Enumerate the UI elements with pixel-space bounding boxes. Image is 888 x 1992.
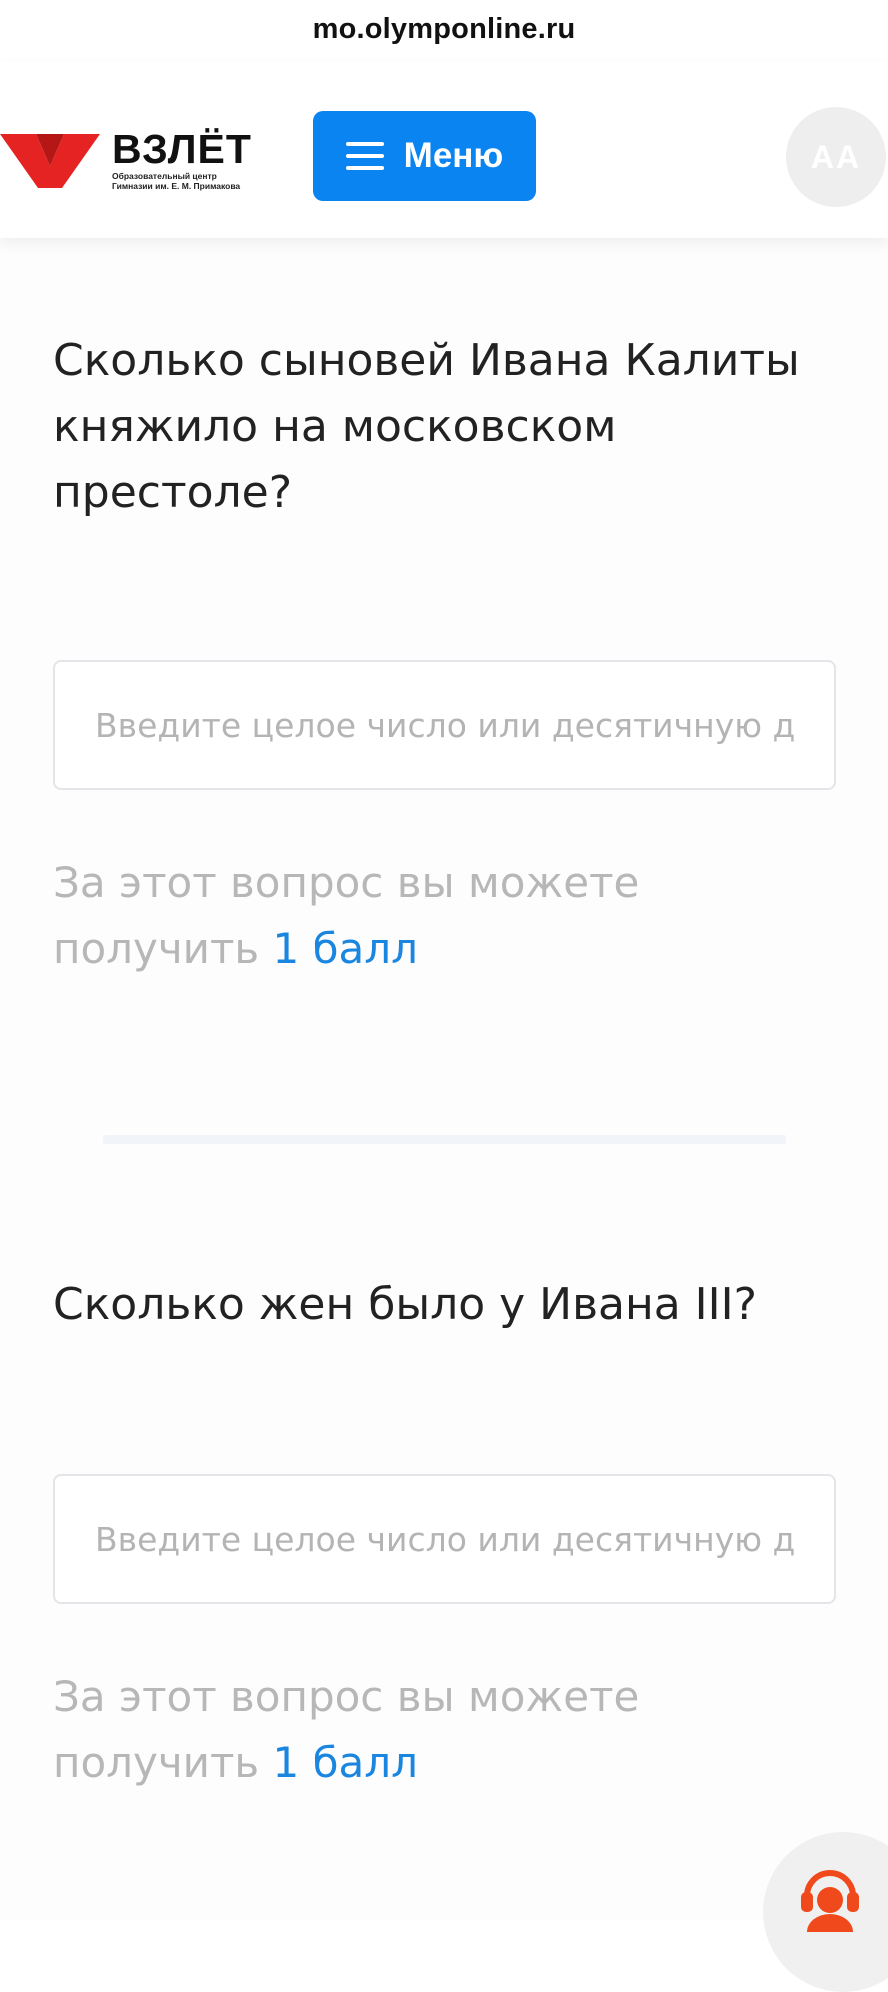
answer-input[interactable]: [53, 1474, 836, 1604]
question-divider: [103, 1135, 786, 1144]
logo-subtitle-line1: Образовательный центр: [112, 170, 217, 181]
logo-title: ВЗЛЁТ: [112, 125, 252, 172]
points-value: 1 балл: [272, 1738, 418, 1787]
question-list: Сколько сыновей Ивана Калиты княжило на …: [0, 238, 888, 1920]
question-title: Сколько сыновей Ивана Калиты княжило на …: [53, 335, 800, 518]
points-info: За этот вопрос вы можете получить 1 балл: [53, 1664, 813, 1796]
support-chat-icon: [801, 1870, 859, 1932]
logo-text: ВЗЛЁТ Образовательный центр Гимназии им.…: [112, 125, 252, 191]
url-text: mo.olymponline.ru: [312, 12, 576, 45]
question-title: Сколько жен было у Ивана III?: [53, 1279, 757, 1330]
menu-label: Меню: [403, 136, 504, 175]
hamburger-icon: [345, 141, 384, 171]
avatar[interactable]: AA: [786, 107, 886, 207]
logo-mark-icon: [0, 134, 100, 188]
logo[interactable]: ВЗЛЁТ Образовательный центр Гимназии им.…: [0, 125, 260, 191]
points-value: 1 балл: [272, 924, 418, 973]
menu-button[interactable]: Меню: [313, 111, 536, 201]
logo-subtitle-line2: Гимназии им. Е. М. Примакова: [112, 180, 241, 191]
answer-input[interactable]: [53, 660, 836, 790]
points-info: За этот вопрос вы можете получить 1 балл: [53, 850, 813, 982]
site-header: ВЗЛЁТ Образовательный центр Гимназии им.…: [0, 62, 888, 238]
browser-url-bar[interactable]: mo.olymponline.ru: [0, 0, 888, 62]
